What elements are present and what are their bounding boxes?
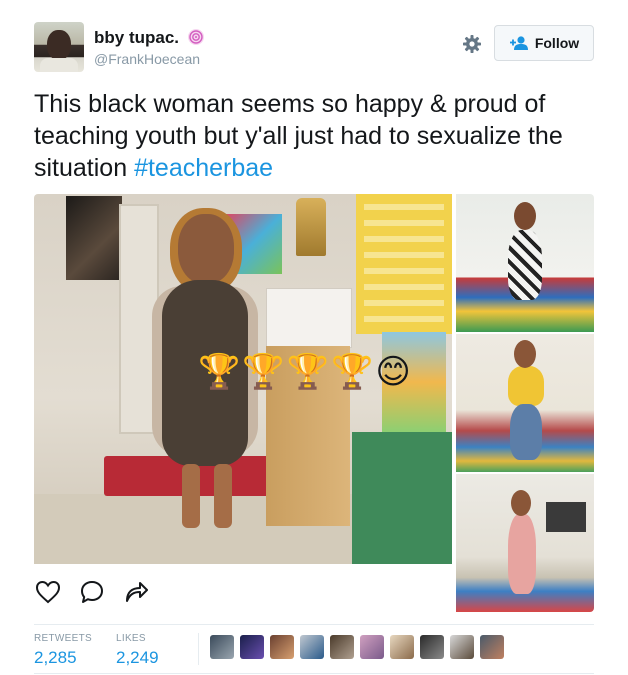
retweets-label: RETWEETS [34,633,92,644]
display-name[interactable]: bby tupac. [94,28,179,48]
woman-leg-left [182,464,200,528]
avatar[interactable] [34,22,84,72]
woman-leg-right [214,464,232,528]
whiteboard [266,288,352,348]
liker-avatar[interactable] [390,635,414,659]
liker-avatar[interactable] [270,635,294,659]
tweet-text: This black woman seems so happy & proud … [34,88,604,184]
avatar-face [47,30,71,60]
hashtag-link[interactable]: #teacherbae [134,154,273,182]
thumbnail-photo-3[interactable] [456,474,594,612]
action-bar [34,572,166,612]
liker-avatar[interactable] [360,635,384,659]
follow-label: Follow [534,35,580,51]
swirl-lollipop-icon [188,29,205,45]
heart-outline-icon[interactable] [34,578,62,606]
thumbnail-photo-1[interactable] [456,194,594,332]
liker-avatar[interactable] [330,635,354,659]
retweets-stat[interactable]: RETWEETS 2,285 [34,633,92,668]
tweet-text-body: This black woman seems so happy & proud … [34,90,563,182]
thumb-3-tv [546,502,586,532]
tweet-card: bby tupac. @FrankHoecean Follow This bla… [0,0,628,675]
liker-avatar[interactable] [210,635,234,659]
user-handle: @FrankHoecean [94,51,201,67]
liker-avatar[interactable] [420,635,444,659]
trophy-object [296,198,326,256]
media-grid: 🏆🏆🏆🏆😊 [34,194,594,612]
retweets-count: 2,285 [34,648,77,667]
likes-label: LIKES [116,633,146,644]
likes-count: 2,249 [116,648,159,667]
thumb-2-jeans [510,404,542,460]
thumb-1-figure [508,230,542,300]
trophy-emoji-overlay: 🏆🏆🏆🏆😊 [198,353,413,391]
liker-avatar[interactable] [240,635,264,659]
tweet-stats: RETWEETS 2,285 LIKES 2,249 [34,624,594,674]
thumb-2-shirt [508,366,544,406]
gear-icon[interactable] [462,34,482,54]
main-photo[interactable]: 🏆🏆🏆🏆😊 [34,194,452,564]
thumb-1-head [514,202,536,230]
share-arrow-icon[interactable] [122,578,150,606]
woman-head [178,214,234,284]
green-rug [352,432,452,564]
user-name-block[interactable]: bby tupac. @FrankHoecean [94,28,205,67]
thumb-3-head [511,490,531,516]
thumbnail-photo-2[interactable] [456,334,594,472]
follow-button[interactable]: Follow [494,25,594,61]
thumb-2-head [514,340,536,368]
stats-divider [198,633,199,665]
avatar-shirt [40,58,78,72]
speech-bubble-icon[interactable] [78,578,106,606]
liker-avatars [210,635,510,659]
liker-avatar[interactable] [450,635,474,659]
wall-poster [66,196,122,280]
likes-stat[interactable]: LIKES 2,249 [116,633,159,668]
liker-avatar[interactable] [480,635,504,659]
liker-avatar[interactable] [300,635,324,659]
add-person-icon [509,36,528,50]
bulletin-board [356,194,452,334]
thumb-3-dress [508,514,536,594]
